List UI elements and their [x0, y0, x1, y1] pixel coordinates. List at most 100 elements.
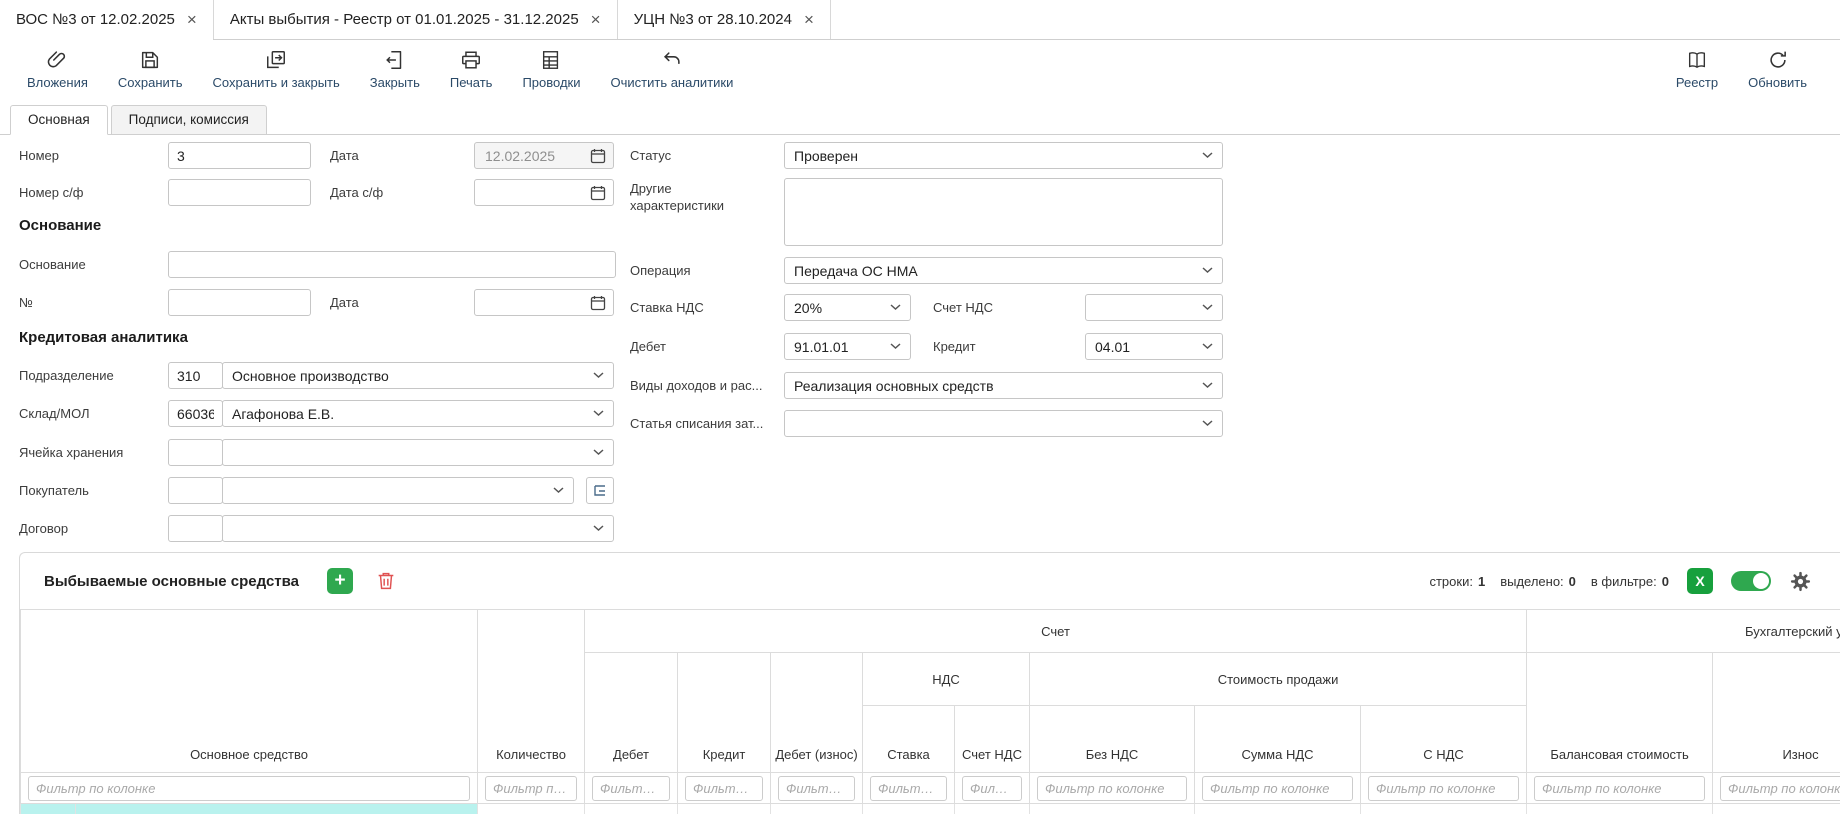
close-tab-icon[interactable]: × [187, 11, 197, 28]
cell-kolichestvo[interactable] [478, 804, 585, 814]
osn-data-input[interactable] [483, 294, 590, 312]
excel-export-button[interactable]: X [1687, 568, 1713, 594]
schet-nds-label: Счет НДС [933, 300, 993, 315]
filter-input-s-nds[interactable] [1368, 776, 1519, 801]
nomer-sf-input[interactable] [168, 179, 311, 206]
cell-s-nds[interactable] [1361, 804, 1527, 814]
cell-code[interactable]: 1310... [21, 804, 76, 814]
column-header-kredit[interactable]: Кредит [678, 653, 771, 773]
window-tab-ucn[interactable]: УЦН №3 от 28.10.2024 × [618, 0, 831, 39]
cell-debet-iznos[interactable]: 05.01 [771, 804, 863, 814]
cell-iznos[interactable] [1713, 804, 1840, 814]
nomer-input[interactable] [168, 142, 311, 169]
filter-input-schet-nds[interactable] [962, 776, 1022, 801]
osn-data-datebox[interactable] [474, 289, 614, 316]
operaciya-select[interactable]: Передача ОС НМА [784, 257, 1223, 284]
dogovor-select[interactable] [222, 515, 614, 542]
window-tab-vos[interactable]: ВОС №3 от 12.02.2025 × [0, 0, 214, 39]
tab-osnovnaya[interactable]: Основная [10, 105, 108, 135]
column-header-schet-nds[interactable]: Счет НДС [955, 706, 1030, 773]
vidy-dohodov-select[interactable]: Реализация основных средств [784, 372, 1223, 399]
chevron-down-icon [593, 525, 604, 532]
nomer-label: Номер [19, 148, 59, 163]
filter-input-kredit[interactable] [685, 776, 763, 801]
pokupatel-code-input[interactable] [168, 477, 223, 504]
pokupatel-select[interactable] [222, 477, 574, 504]
add-row-button[interactable]: + [327, 568, 353, 594]
filter-input-debet-iznos[interactable] [778, 776, 855, 801]
stavka-nds-select[interactable]: 20% [784, 294, 911, 321]
data-datebox[interactable] [474, 142, 614, 169]
sklad-mol-code-input[interactable] [168, 400, 223, 427]
statya-spisaniya-select[interactable] [784, 410, 1223, 437]
podrazdelenie-label: Подразделение [19, 368, 114, 383]
filter-input-summa-nds[interactable] [1202, 776, 1353, 801]
assets-grid-panel: Выбываемые основные средства + строки:1 … [19, 552, 1840, 814]
cell-kredit[interactable]: 04.01 [678, 804, 771, 814]
grid-settings-button[interactable] [1789, 570, 1812, 593]
close-button[interactable]: Закрыть [355, 48, 435, 90]
filter-input-debet[interactable] [592, 776, 670, 801]
schet-nds-select[interactable] [1085, 294, 1223, 321]
window-tab-label: Акты выбытия - Реестр от 01.01.2025 - 31… [230, 11, 579, 28]
operaciya-value: Передача ОС НМА [794, 263, 1195, 279]
podrazdelenie-code-input[interactable] [168, 362, 223, 389]
column-header-stavka[interactable]: Ставка [863, 706, 955, 773]
osnovanie-input[interactable] [168, 251, 616, 278]
cell-balans[interactable]: 1 000 000.00 [1527, 804, 1713, 814]
attachments-button[interactable]: Вложения [12, 48, 103, 90]
chevron-down-icon [1202, 382, 1213, 389]
data-input[interactable] [483, 147, 590, 165]
refresh-button[interactable]: Обновить [1733, 48, 1822, 90]
gear-icon [1789, 570, 1812, 593]
column-header-kolichestvo[interactable]: Количество [478, 610, 585, 773]
dogovor-code-input[interactable] [168, 515, 223, 542]
pokupatel-hierarchy-button[interactable] [586, 477, 614, 504]
print-button[interactable]: Печать [435, 48, 508, 90]
filter-input-bez-nds[interactable] [1037, 776, 1187, 801]
sklad-mol-select[interactable]: Агафонова Е.В. [222, 400, 614, 427]
yacheika-code-input[interactable] [168, 439, 223, 466]
kredit-select[interactable]: 04.01 [1085, 333, 1223, 360]
filter-input-os[interactable] [28, 776, 470, 801]
column-header-debet-iznos[interactable]: Дебет (износ) [771, 653, 863, 773]
postings-button[interactable]: Проводки [507, 48, 595, 90]
window-tab-akty-vybytiya[interactable]: Акты выбытия - Реестр от 01.01.2025 - 31… [214, 0, 618, 39]
column-header-summa-nds[interactable]: Сумма НДС [1195, 706, 1361, 773]
filter-input-kolichestvo[interactable] [485, 776, 577, 801]
osn-no-input[interactable] [168, 289, 311, 316]
yacheika-select[interactable] [222, 439, 614, 466]
column-header-debet[interactable]: Дебет [585, 653, 678, 773]
cell-debet[interactable]: 91.01.01 [585, 804, 678, 814]
cell-summa-nds[interactable] [1195, 804, 1361, 814]
filter-toggle[interactable] [1731, 571, 1771, 591]
table-row[interactable]: 1310... Станок токарный ИНВ 3 91.01.01 0… [21, 804, 1840, 814]
cell-schet-nds[interactable] [955, 804, 1030, 814]
tab-podpisi-komissiya[interactable]: Подписи, комиссия [111, 105, 267, 135]
cell-name[interactable]: Станок токарный ИНВ 3 [76, 804, 478, 814]
filter-input-stavka[interactable] [870, 776, 947, 801]
registry-button[interactable]: Реестр [1661, 48, 1733, 90]
data-sf-datebox[interactable] [474, 179, 614, 206]
filter-input-iznos[interactable] [1720, 776, 1840, 801]
delete-row-button[interactable] [375, 570, 397, 592]
save-and-close-button[interactable]: Сохранить и закрыть [198, 48, 355, 90]
data-sf-input[interactable] [483, 184, 590, 202]
column-header-s-nds[interactable]: С НДС [1361, 706, 1527, 773]
column-header-balans[interactable]: Балансовая стоимость [1527, 653, 1713, 773]
filter-input-balans[interactable] [1534, 776, 1705, 801]
cell-bez-nds[interactable] [1030, 804, 1195, 814]
cell-stavka[interactable]: 20% [863, 804, 955, 814]
save-button[interactable]: Сохранить [103, 48, 198, 90]
drugie-textarea[interactable] [784, 178, 1223, 246]
column-header-os[interactable]: Основное средство [21, 610, 478, 773]
column-header-bez-nds[interactable]: Без НДС [1030, 706, 1195, 773]
print-label: Печать [450, 75, 493, 90]
clear-analytics-button[interactable]: Очистить аналитики [596, 48, 749, 90]
status-select[interactable]: Проверен [784, 142, 1223, 169]
podrazdelenie-select[interactable]: Основное производство [222, 362, 614, 389]
close-tab-icon[interactable]: × [804, 11, 814, 28]
column-header-iznos[interactable]: Износ [1713, 653, 1840, 773]
debet-select[interactable]: 91.01.01 [784, 333, 911, 360]
close-tab-icon[interactable]: × [591, 11, 601, 28]
